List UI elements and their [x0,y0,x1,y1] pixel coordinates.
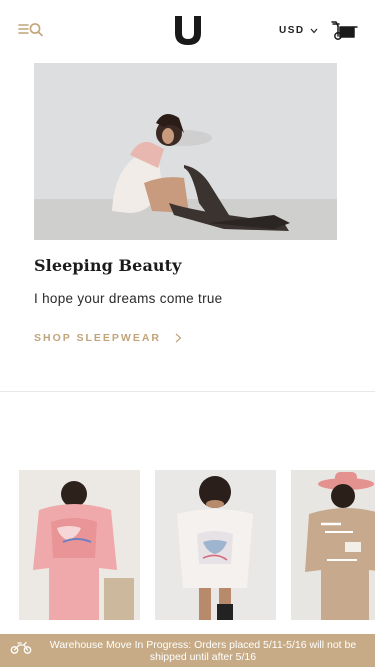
product-image [291,470,375,620]
product-image [19,470,140,620]
menu-search-button[interactable] [18,18,46,40]
site-header: USD [0,0,375,60]
cart-button[interactable] [330,19,358,41]
product-image [155,470,276,620]
collection-subtitle: I hope your dreams come true [34,291,223,306]
currency-selector[interactable]: USD [279,25,318,36]
product-card-pink-set[interactable] [19,470,140,620]
section-divider [0,391,375,392]
chevron-down-icon [310,28,318,33]
announcement-text: Warehouse Move In Progress: Orders place… [49,639,357,663]
product-card-white-shirt[interactable] [155,470,276,620]
menu-search-icon [18,23,43,37]
chevron-right-icon [175,333,182,343]
brand-logo-icon [175,16,201,45]
brand-logo[interactable] [172,14,204,46]
motorcycle-cart-icon [331,21,358,40]
product-card-tan-set[interactable] [291,470,375,620]
announcement-bar[interactable]: Warehouse Move In Progress: Orders place… [0,634,375,667]
currency-label: USD [279,25,305,36]
collection-title: Sleeping Beauty [34,256,182,275]
sleepwear-hero-image[interactable] [34,63,337,240]
motorcycle-icon [10,641,32,654]
shop-sleepwear-label: SHOP SLEEPWEAR [34,332,161,344]
product-carousel[interactable] [19,470,375,620]
shop-sleepwear-link[interactable]: SHOP SLEEPWEAR [34,332,182,344]
